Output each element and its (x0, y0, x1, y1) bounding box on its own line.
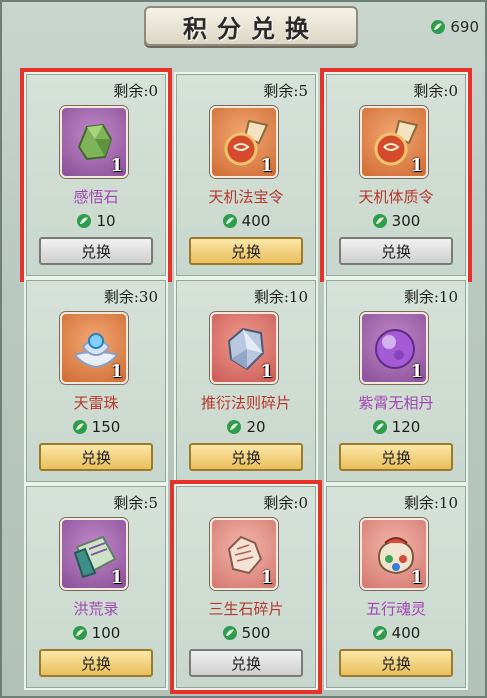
exchange-button[interactable]: 兑换 (189, 649, 303, 677)
item-price: 400 (326, 624, 466, 642)
jade-leaf-icon (72, 419, 88, 435)
page-title: 积分兑换 (183, 13, 319, 43)
item-name: 三生石碎片 (208, 600, 284, 618)
remaining-count: 剩余:5 (113, 494, 158, 512)
price-value: 120 (391, 418, 421, 436)
item-slot[interactable]: 1 (360, 518, 428, 590)
jade-leaf-icon (372, 419, 388, 435)
item-quantity: 1 (260, 155, 273, 176)
shop-item-card[interactable]: 剩余:0 1 天机体质令 300 兑换 (320, 68, 472, 282)
shop-item-card[interactable]: 剩余:10 1 紫霄无相丹 120 兑换 (324, 278, 468, 484)
item-quantity: 1 (260, 567, 273, 588)
shop-item-card[interactable]: 剩余:5 1 天机法宝令 400 兑换 (174, 72, 318, 278)
remaining-count: 剩余:0 (113, 82, 158, 100)
shop-item-card[interactable]: 剩余:0 1 三生石碎片 500 兑换 (170, 480, 322, 694)
remaining-count: 剩余:0 (263, 494, 308, 512)
item-name: 洪荒录 (73, 600, 119, 618)
item-slot[interactable]: 1 (210, 312, 278, 384)
item-price: 10 (26, 212, 166, 230)
price-value: 400 (241, 212, 271, 230)
exchange-button[interactable]: 兑换 (39, 237, 153, 265)
remaining-count: 剩余:5 (263, 82, 308, 100)
shop-item-card[interactable]: 剩余:30 1 天雷珠 150 兑换 (24, 278, 168, 484)
exchange-button[interactable]: 兑换 (39, 649, 153, 677)
remaining-count: 剩余:0 (413, 82, 458, 100)
jade-leaf-icon (72, 625, 88, 641)
item-slot[interactable]: 1 (60, 312, 128, 384)
exchange-button[interactable]: 兑换 (339, 237, 453, 265)
item-price: 150 (26, 418, 166, 436)
item-quantity: 1 (410, 567, 423, 588)
item-name: 天雷珠 (73, 394, 119, 412)
remaining-count: 剩余:10 (403, 288, 458, 306)
exchange-button[interactable]: 兑换 (339, 649, 453, 677)
header: 积分兑换 690 (2, 2, 487, 48)
item-name: 感悟石 (73, 188, 119, 206)
remaining-count: 剩余:30 (103, 288, 158, 306)
price-value: 500 (241, 624, 271, 642)
item-quantity: 1 (110, 567, 123, 588)
shop-item-card[interactable]: 剩余:5 1 洪荒录 100 兑换 (24, 484, 168, 690)
shop-window: 积分兑换 690 剩余:0 1 感悟石 10 兑换 剩余:5 1 天机法宝令 400 兑换 剩余:0… (0, 0, 487, 698)
currency-display: 690 (430, 18, 479, 36)
item-name: 天机法宝令 (208, 188, 284, 206)
item-quantity: 1 (110, 155, 123, 176)
item-name: 推衍法则碎片 (200, 394, 291, 412)
item-slot[interactable]: 1 (60, 106, 128, 178)
jade-leaf-icon (372, 625, 388, 641)
currency-value: 690 (450, 18, 479, 36)
exchange-button[interactable]: 兑换 (339, 443, 453, 471)
item-quantity: 1 (410, 155, 423, 176)
item-slot[interactable]: 1 (360, 106, 428, 178)
jade-leaf-icon (76, 213, 92, 229)
shop-item-card[interactable]: 剩余:10 1 推衍法则碎片 20 兑换 (174, 278, 318, 484)
item-price: 100 (26, 624, 166, 642)
jade-leaf-icon (222, 625, 238, 641)
shop-item-card[interactable]: 剩余:10 1 五行魂灵 400 兑换 (324, 484, 468, 690)
price-value: 100 (91, 624, 121, 642)
price-value: 400 (391, 624, 421, 642)
item-name: 天机体质令 (358, 188, 434, 206)
item-price: 400 (176, 212, 316, 230)
jade-leaf-icon (226, 419, 242, 435)
exchange-button[interactable]: 兑换 (39, 443, 153, 471)
item-slot[interactable]: 1 (60, 518, 128, 590)
jade-leaf-icon (222, 213, 238, 229)
item-slot[interactable]: 1 (360, 312, 428, 384)
item-quantity: 1 (410, 361, 423, 382)
item-slot[interactable]: 1 (210, 106, 278, 178)
jade-leaf-icon (430, 19, 446, 35)
item-price: 20 (176, 418, 316, 436)
remaining-count: 剩余:10 (403, 494, 458, 512)
item-quantity: 1 (260, 361, 273, 382)
item-price: 120 (326, 418, 466, 436)
exchange-button[interactable]: 兑换 (189, 237, 303, 265)
price-value: 300 (391, 212, 421, 230)
item-name: 五行魂灵 (365, 600, 426, 618)
title-plate: 积分兑换 (144, 6, 358, 46)
item-price: 500 (176, 624, 316, 642)
price-value: 10 (96, 212, 116, 230)
price-value: 150 (91, 418, 121, 436)
item-price: 300 (326, 212, 466, 230)
shop-item-card[interactable]: 剩余:0 1 感悟石 10 兑换 (20, 68, 172, 282)
remaining-count: 剩余:10 (253, 288, 308, 306)
exchange-button[interactable]: 兑换 (189, 443, 303, 471)
item-quantity: 1 (110, 361, 123, 382)
price-value: 20 (246, 418, 266, 436)
jade-leaf-icon (372, 213, 388, 229)
item-slot[interactable]: 1 (210, 518, 278, 590)
item-name: 紫霄无相丹 (358, 394, 434, 412)
